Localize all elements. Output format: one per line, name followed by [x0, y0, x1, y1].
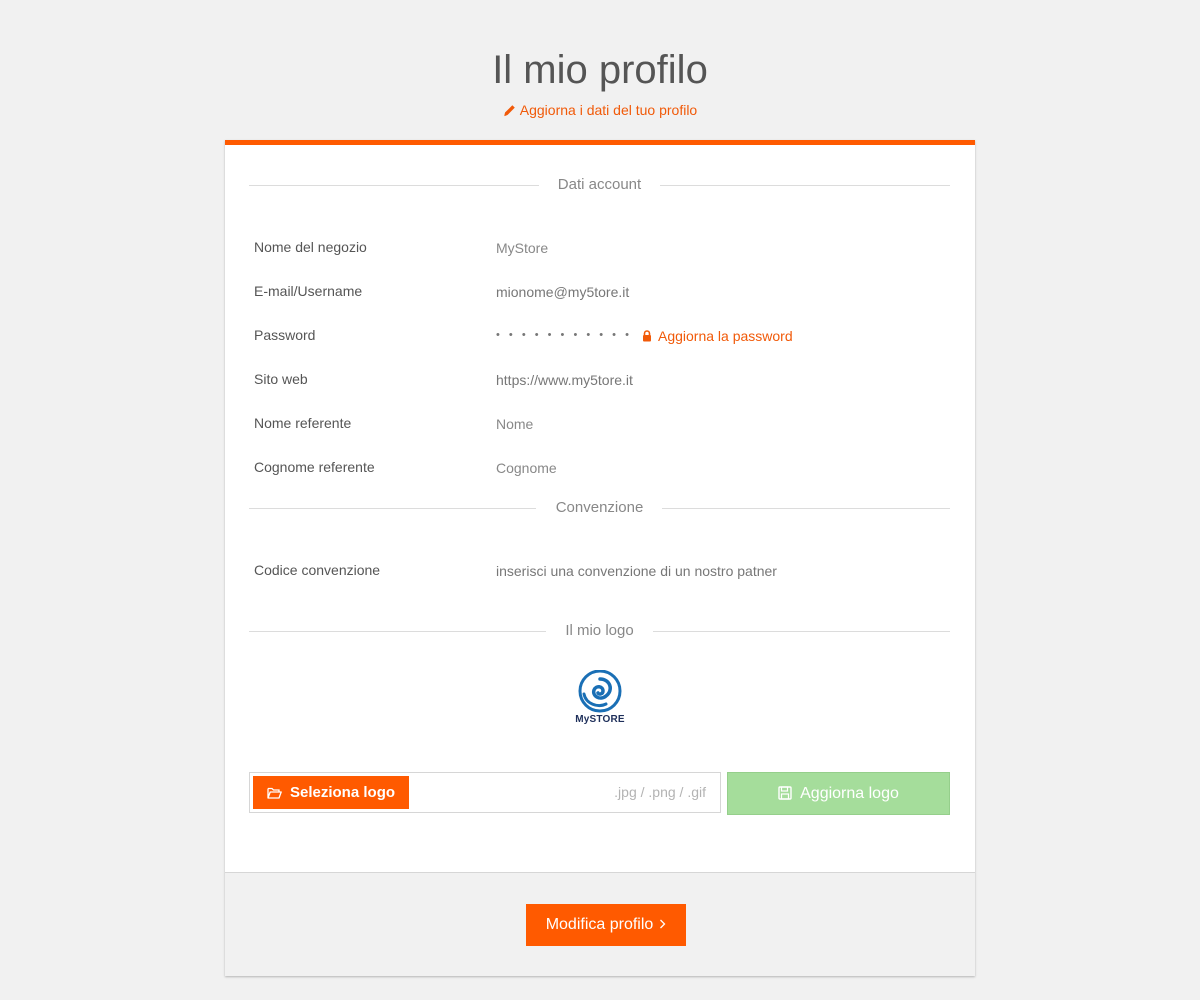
contact-first-name-label: Nome referente [254, 415, 352, 431]
password-value: • • • • • • • • • • • [496, 329, 632, 341]
file-types-hint: .jpg / .png / .gif [614, 784, 706, 800]
divider-line [660, 185, 950, 186]
email-value[interactable]: mionome@my5tore.it [496, 281, 629, 303]
select-logo-label: Seleziona logo [290, 784, 396, 801]
row-website: Sito web https://www.my5tore.it [254, 368, 944, 390]
store-name-label: Nome del negozio [254, 239, 367, 255]
card-footer: Modifica profilo [225, 872, 975, 976]
row-email: E-mail/Username mionome@my5tore.it [254, 280, 944, 302]
store-logo: MySTORE [570, 669, 630, 730]
store-logo-icon [578, 669, 622, 713]
row-contact-last-name: Cognome referente Cognome [254, 456, 944, 478]
section-divider-agreement: Convenzione [249, 498, 950, 518]
chevron-right-icon [659, 904, 666, 946]
folder-open-icon [267, 778, 282, 811]
contact-last-name-label: Cognome referente [254, 459, 375, 475]
contact-last-name-field[interactable]: Cognome [496, 457, 557, 479]
contact-first-name-field[interactable]: Nome [496, 413, 533, 435]
email-label: E-mail/Username [254, 283, 363, 299]
update-password-link[interactable]: Aggiorna la password [642, 325, 793, 348]
agreement-code-field[interactable]: inserisci una convenzione di un nostro p… [496, 560, 777, 582]
select-logo-button[interactable]: Seleziona logo [253, 776, 409, 809]
update-logo-button[interactable]: Aggiorna logo [727, 772, 950, 815]
pencil-icon [503, 102, 516, 122]
update-profile-link-label: Aggiorna i dati del tuo profilo [519, 102, 698, 118]
profile-card: Dati account Nome del negozio MyStore E-… [225, 140, 975, 976]
page-title: Il mio profilo [492, 48, 708, 92]
website-value[interactable]: https://www.my5tore.it [496, 369, 633, 391]
save-icon [778, 775, 792, 816]
section-divider-account: Dati account [249, 175, 950, 195]
agreement-code-label: Codice convenzione [254, 562, 381, 578]
store-logo-text: MySTORE [575, 714, 625, 725]
row-store-name: Nome del negozio MyStore [254, 236, 944, 258]
row-contact-first-name: Nome referente Nome [254, 412, 944, 434]
lock-icon [642, 326, 652, 348]
update-password-label: Aggiorna la password [658, 328, 793, 344]
logo-file-input[interactable]: Seleziona logo .jpg / .png / .gif [249, 772, 721, 813]
store-name-value[interactable]: MyStore [496, 237, 548, 259]
website-label: Sito web [254, 371, 308, 387]
update-logo-label: Aggiorna logo [800, 785, 899, 802]
edit-profile-label: Modifica profilo [545, 916, 654, 933]
edit-profile-button[interactable]: Modifica profilo [526, 904, 686, 946]
divider-line [662, 508, 950, 509]
row-password: Password • • • • • • • • • • • Aggiorna … [254, 324, 944, 346]
row-agreement-code: Codice convenzione inserisci una convenz… [254, 559, 944, 581]
section-divider-logo: Il mio logo [249, 621, 950, 641]
password-label: Password [254, 327, 316, 343]
update-profile-link[interactable]: Aggiorna i dati del tuo profilo [0, 100, 1200, 122]
divider-line [653, 631, 950, 632]
